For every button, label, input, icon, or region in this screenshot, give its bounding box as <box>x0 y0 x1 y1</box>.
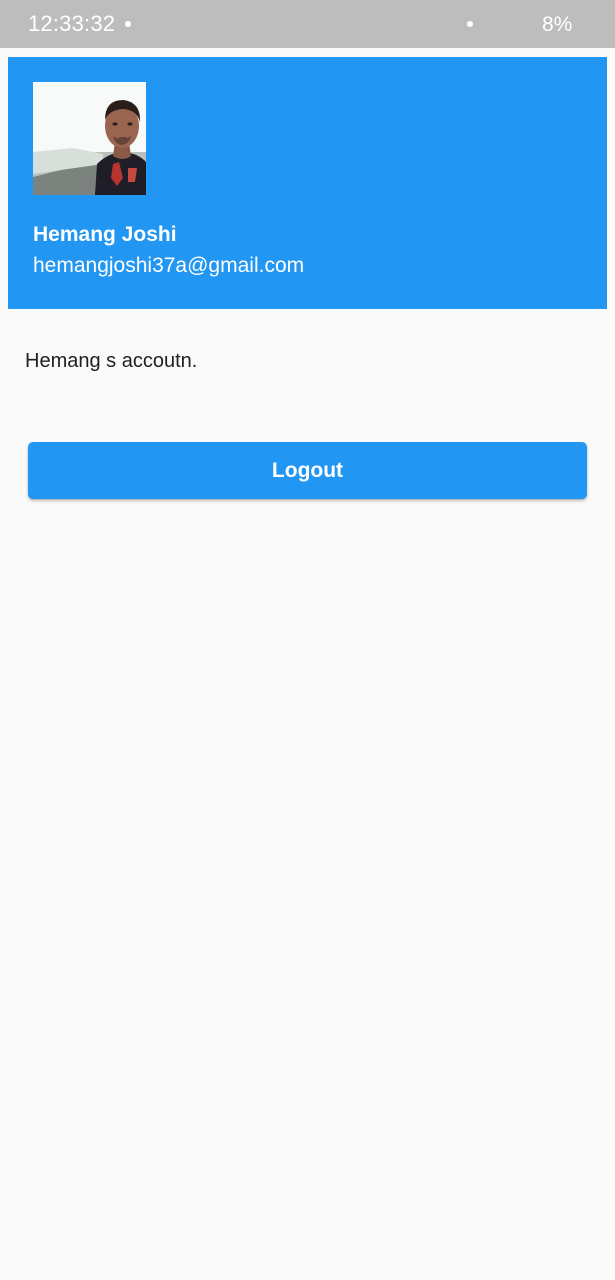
notification-dot-icon <box>125 21 131 27</box>
profile-header: Hemang Joshi hemangjoshi37a@gmail.com <box>8 57 607 309</box>
user-name: Hemang Joshi <box>33 223 177 246</box>
status-bar: 12:33:32 8% <box>0 0 615 48</box>
user-email: hemangjoshi37a@gmail.com <box>33 254 305 277</box>
status-indicator-dot-icon <box>467 21 473 27</box>
account-description: Hemang s accoutn. <box>25 350 198 372</box>
status-time: 12:33:32 <box>28 11 116 36</box>
avatar[interactable] <box>33 82 146 195</box>
battery-level: 8% <box>542 13 573 36</box>
avatar-photo <box>33 82 146 195</box>
logout-button[interactable]: Logout <box>28 442 587 499</box>
status-divider <box>0 48 615 57</box>
